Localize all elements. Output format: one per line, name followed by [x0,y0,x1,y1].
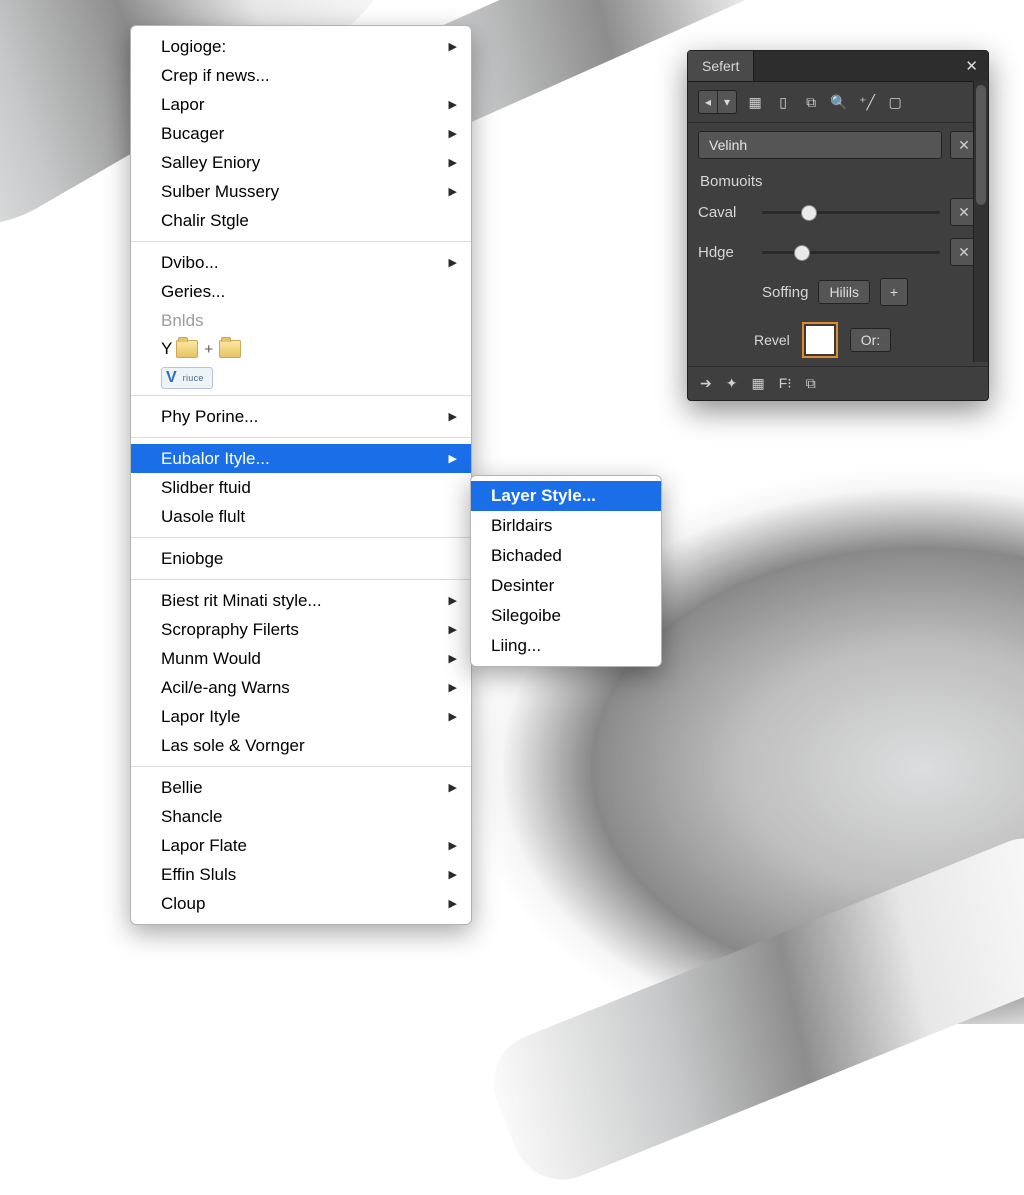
menu-item[interactable]: Eubalor Ityle... [131,444,471,473]
menu-item[interactable]: Scropraphy Filerts [131,615,471,644]
section-heading: Bomuoits [688,167,988,192]
layer-style-submenu[interactable]: Layer Style...BirldairsBichadedDesinterS… [470,475,662,667]
y-label: Y [161,339,172,359]
main-context-menu[interactable]: Logioge:Crep if news...LaporBucagerSalle… [130,25,472,925]
soffing-row: Soffing Hilils + [688,272,988,314]
panel-tab[interactable]: Sefert [688,51,754,81]
dropdown-icon[interactable]: ▾ [718,95,736,109]
search-icon[interactable]: 🔍 [829,93,849,111]
caval-slider[interactable] [762,202,940,222]
submenu-item[interactable]: Layer Style... [471,481,661,511]
plus-icon: + [202,341,215,358]
add-soffing-button[interactable]: + [880,278,908,306]
panel-icon[interactable]: ▯ [773,93,793,111]
menu-item[interactable]: Crep if news... [131,61,471,90]
menu-separator [131,766,471,767]
grid-icon[interactable]: ▦ [751,375,764,392]
menu-separator [131,241,471,242]
folder-icon[interactable] [176,340,198,358]
properties-panel: Sefert ✕ ◂ ▾ ▦ ▯ ⧉ 🔍 ⁺╱ ▢ ✕ Bomuoits Cav… [687,50,989,401]
slider-label: Caval [698,204,752,221]
menu-item[interactable]: Eniobge [131,544,471,573]
folder-icon[interactable] [219,340,241,358]
pointer-icon[interactable]: ✦ [726,375,738,392]
menu-item[interactable]: Munm Would [131,644,471,673]
menu-item: Bnlds [131,306,471,335]
copy-icon[interactable]: ⧉ [806,375,816,392]
menu-item[interactable]: Lapor Ityle [131,702,471,731]
menu-item[interactable]: Shancle [131,802,471,831]
menu-item[interactable]: Bellie [131,773,471,802]
panel-footer: ➔ ✦ ▦ F⁝ ⧉ [688,366,988,400]
submenu-item[interactable]: Liing... [471,631,661,661]
menu-item[interactable]: Acil/e-ang Warns [131,673,471,702]
scrollbar-thumb[interactable] [976,85,986,205]
menu-item[interactable]: Biest rit Minati style... [131,586,471,615]
slider-row-caval: Caval ✕ [688,192,988,232]
menu-separator [131,395,471,396]
soffing-button[interactable]: Hilils [818,280,870,304]
fit-icon[interactable]: F⁝ [779,375,792,392]
menu-item[interactable]: Cloup [131,889,471,918]
menu-item[interactable]: Lapor Flate [131,831,471,860]
menu-separator [131,537,471,538]
chip-label: riuce [183,373,204,383]
menu-item[interactable]: Uasole flult [131,502,471,531]
menu-item[interactable]: Lapor [131,90,471,119]
wand-icon[interactable]: ⁺╱ [857,93,877,111]
submenu-item[interactable]: Silegoibe [471,601,661,631]
menu-separator [131,579,471,580]
calendar-icon[interactable]: ▦ [745,93,765,111]
menu-item[interactable]: Dvibo... [131,248,471,277]
menu-item[interactable]: Bucager [131,119,471,148]
submenu-item[interactable]: Bichaded [471,541,661,571]
slider-label: Hdge [698,244,752,261]
revel-or-button[interactable]: Or: [850,328,891,352]
device-icon[interactable]: ▢ [885,93,905,111]
soffing-label: Soffing [762,284,808,301]
layout-icon[interactable]: ⧉ [801,93,821,111]
slider-row-hdge: Hdge ✕ [688,232,988,272]
hdge-slider[interactable] [762,242,940,262]
menu-item[interactable]: Effin Sluls [131,860,471,889]
menu-separator [131,437,471,438]
submenu-item[interactable]: Birldairs [471,511,661,541]
revel-label: Revel [754,332,790,348]
submenu-item[interactable]: Desinter [471,571,661,601]
arrow-right-icon[interactable]: ➔ [700,375,712,392]
menu-item[interactable]: Geries... [131,277,471,306]
history-nav[interactable]: ◂ ▾ [698,90,737,114]
panel-scrollbar[interactable] [973,81,988,362]
revel-row: Revel Or: [688,314,988,366]
v-chip[interactable]: Vriuce [161,367,213,389]
search-input[interactable] [698,131,942,159]
menu-item[interactable]: Salley Eniory [131,148,471,177]
panel-toolbar: ◂ ▾ ▦ ▯ ⧉ 🔍 ⁺╱ ▢ [688,82,988,123]
color-swatch[interactable] [802,322,838,358]
menu-extras-row: Y+ [131,335,471,363]
menu-item[interactable]: Sulber Mussery [131,177,471,206]
menu-item[interactable]: Las sole & Vornger [131,731,471,760]
menu-item[interactable]: Chalir Stgle [131,206,471,235]
search-row: ✕ [688,123,988,167]
close-icon[interactable]: ✕ [955,51,988,81]
back-icon[interactable]: ◂ [699,95,717,109]
chip-letter: V [166,370,177,386]
menu-item[interactable]: Logioge: [131,32,471,61]
panel-titlebar: Sefert ✕ [688,51,988,82]
menu-item[interactable]: Slidber ftuid [131,473,471,502]
menu-item[interactable]: Phy Porine... [131,402,471,431]
